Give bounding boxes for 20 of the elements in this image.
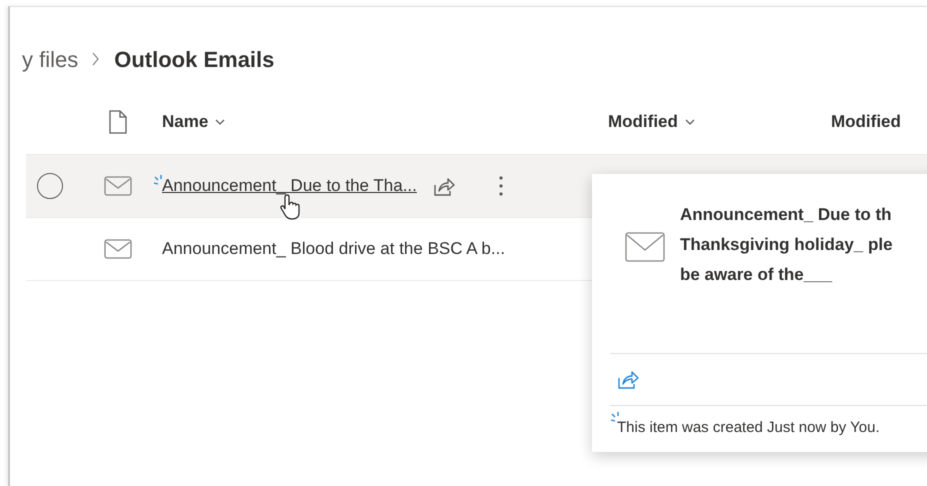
column-header[interactable]: Name — [162, 108, 226, 134]
envelope-icon — [104, 176, 132, 196]
column-header[interactable]: Modified — [831, 112, 901, 131]
hand-cursor-icon — [280, 194, 300, 220]
file-name-link[interactable]: Announcement_ Blood drive at the BSC A b... — [162, 237, 506, 262]
file-name-link[interactable]: Announcement_ Due to the Tha... — [152, 174, 417, 198]
breadcrumb-link[interactable]: y files — [22, 42, 78, 76]
sort-caret-icon[interactable] — [684, 119, 695, 126]
select-checkbox[interactable] — [37, 173, 63, 199]
sort-caret-icon[interactable] — [215, 119, 226, 126]
file-type-icon — [109, 110, 127, 134]
envelope-icon — [104, 239, 132, 259]
created-info-text: This item was created Just now by You. — [617, 418, 880, 438]
share-icon[interactable] — [617, 369, 639, 390]
envelope-icon — [625, 232, 665, 262]
column-header[interactable]: Modified — [608, 112, 695, 131]
more-options-icon[interactable] — [498, 176, 503, 196]
breadcrumb-current: Outlook Emails — [114, 46, 274, 74]
chevron-icon — [92, 52, 100, 66]
share-icon[interactable] — [432, 176, 455, 196]
